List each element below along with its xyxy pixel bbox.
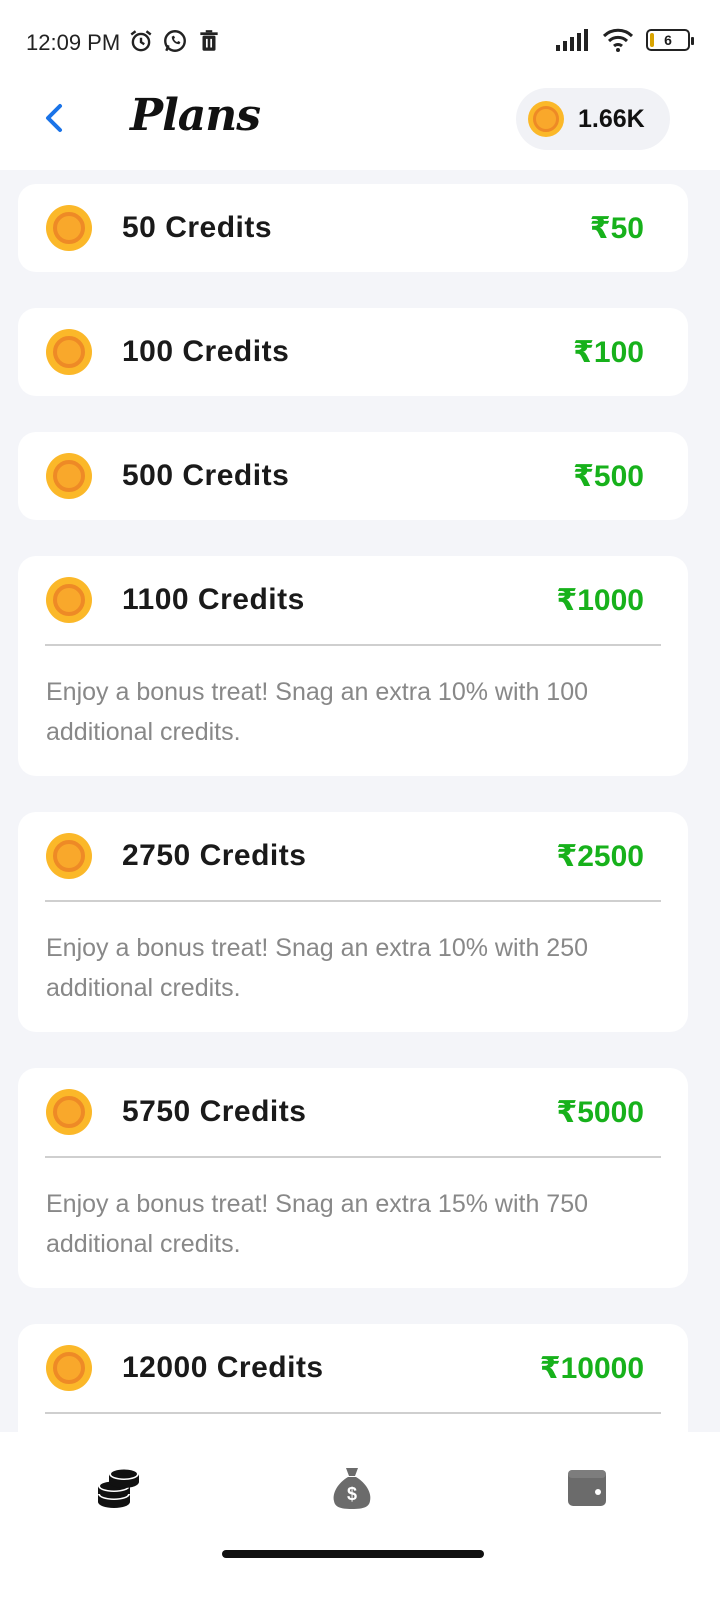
coin-icon [46,1345,92,1391]
bottom-nav: $ [0,1432,720,1600]
plan-credits: 100 Credits [122,335,290,368]
status-time: 12:09 PM [26,30,121,55]
plan-credits: 500 Credits [122,459,290,492]
coin-balance[interactable]: 1.66K [516,88,670,150]
header: Plans 1.66K [0,86,720,170]
plan-description: Enjoy a bonus treat! Snag an extra 10% w… [46,678,589,746]
coin-icon [46,205,92,251]
coin-icon [46,453,92,499]
plan-card[interactable]: 500 Credits ₹500 [18,432,688,520]
plans-list: 50 Credits ₹50 100 Credits ₹100 500 Cred… [18,184,688,1500]
divider [45,1412,661,1414]
plan-price: ₹5000 [556,1095,644,1129]
coin-icon [46,1089,92,1135]
wifi-icon [602,28,634,52]
status-icons-left [128,28,222,54]
plan-credits: 50 Credits [122,211,273,244]
plan-price: ₹10000 [539,1351,644,1385]
coins-stack-icon [98,1468,139,1508]
plan-credits: 1100 Credits [122,583,305,616]
plan-credits: 5750 Credits [122,1095,307,1128]
nav-wallet[interactable] [558,1458,618,1518]
home-indicator[interactable] [222,1550,484,1558]
plan-price: ₹50 [589,211,644,245]
status-bar: 12:09 PM 6 [0,0,720,86]
status-icons-right: 6 [556,28,694,52]
plan-card[interactable]: 50 Credits ₹50 [18,184,688,272]
plan-price: ₹100 [573,335,644,369]
coin-icon [46,577,92,623]
battery-level: 6 [664,32,672,48]
plan-price: ₹500 [573,459,644,493]
plan-card[interactable]: 2750 Credits ₹2500 Enjoy a bonus treat! … [18,812,688,1032]
plan-card[interactable]: 5750 Credits ₹5000 Enjoy a bonus treat! … [18,1068,688,1288]
signal-icon [556,29,588,51]
trash-icon [200,30,218,51]
coin-icon [46,833,92,879]
plan-description: Enjoy a bonus treat! Snag an extra 10% w… [46,934,589,1002]
plan-credits: 2750 Credits [122,839,307,872]
page-title: Plans [130,90,261,141]
whatsapp-icon [164,30,186,52]
money-bag-icon: $ [333,1468,371,1509]
plan-price: ₹1000 [556,583,644,617]
plan-card[interactable]: 1100 Credits ₹1000 Enjoy a bonus treat! … [18,556,688,776]
back-button[interactable] [34,98,74,138]
top-area: 12:09 PM 6 Plans 1.66K [0,0,720,170]
coin-icon [528,101,564,137]
nav-plans[interactable] [88,1458,148,1518]
plan-credits: 12000 Credits [122,1351,324,1384]
wallet-icon [568,1470,606,1506]
battery-indicator: 6 [646,29,694,51]
svg-text:$: $ [347,1484,357,1504]
plan-description: Enjoy a bonus treat! Snag an extra 15% w… [46,1190,589,1258]
plan-price: ₹2500 [556,839,644,873]
balance-value: 1.66K [578,104,645,133]
chevron-left-icon [46,104,62,132]
nav-earn[interactable]: $ [322,1458,382,1518]
alarm-icon [130,30,152,52]
plan-card[interactable]: 100 Credits ₹100 [18,308,688,396]
coin-icon [46,329,92,375]
